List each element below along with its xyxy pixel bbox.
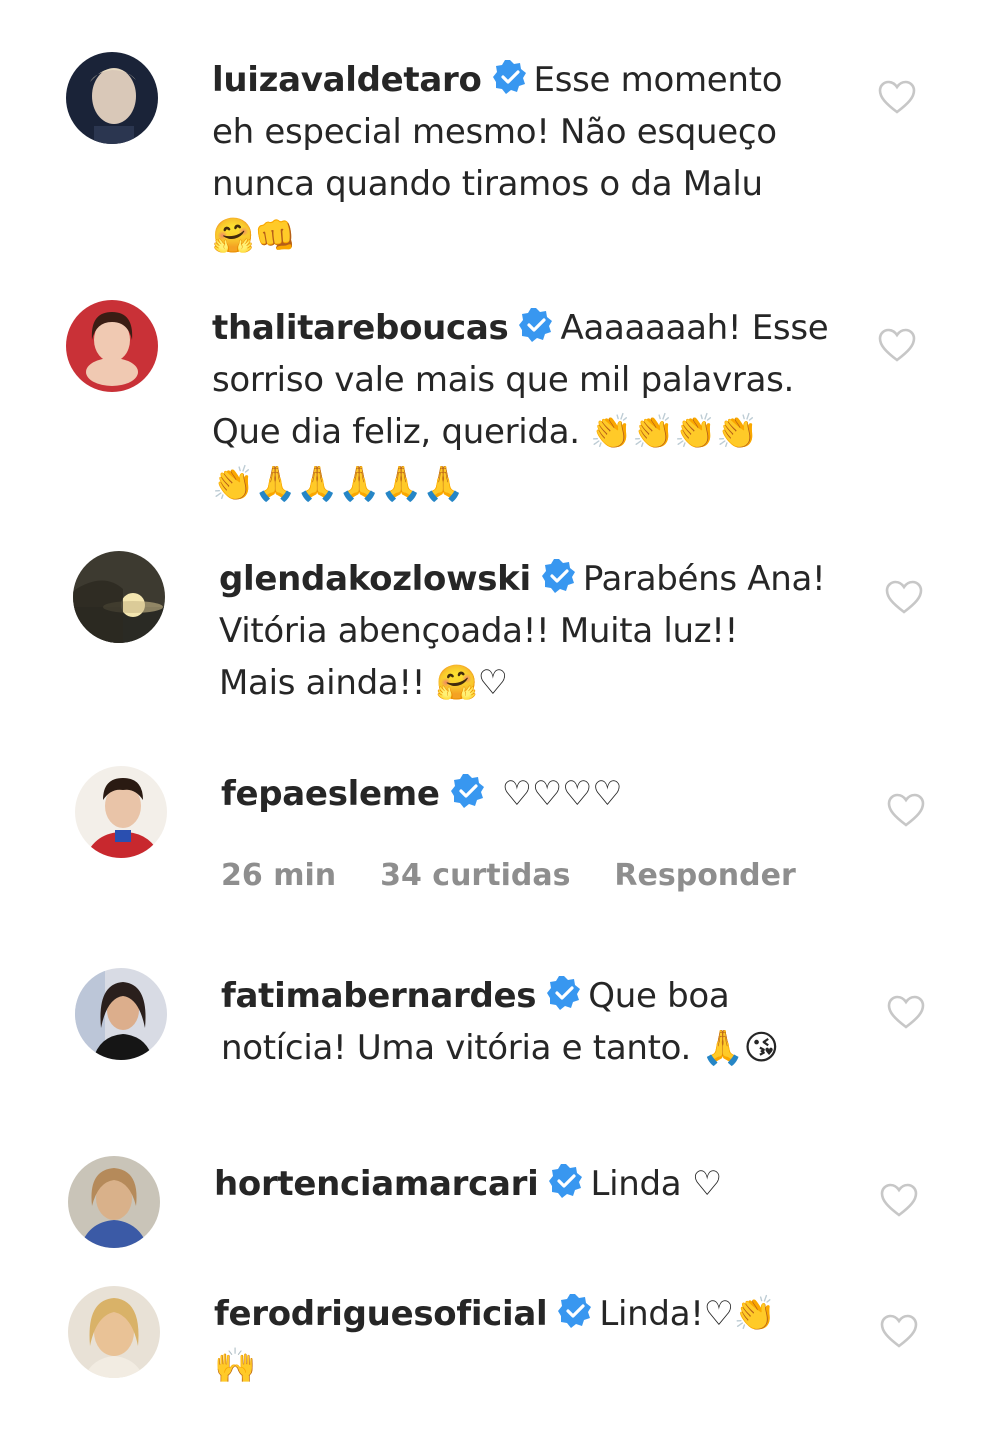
comment-username[interactable]: glendakozlowski	[219, 559, 531, 599]
comment-emoji-inline: 👏👏👏👏	[590, 412, 759, 452]
comment-username[interactable]: fatimabernardes	[221, 976, 537, 1016]
comment-likes-link[interactable]: 34 curtidas	[380, 858, 570, 893]
comment-emoji: 🤗👊	[212, 216, 297, 256]
comment-emoji: ♡♡♡♡	[501, 774, 623, 814]
reply-button[interactable]: Responder	[614, 858, 795, 893]
verified-badge-icon	[541, 558, 577, 594]
comment-emoji: 🙌	[214, 1346, 257, 1386]
like-heart-icon[interactable]	[879, 1312, 919, 1352]
verified-badge-icon	[548, 1163, 584, 1199]
like-heart-icon[interactable]	[886, 791, 926, 831]
comment-body: Que boa	[588, 976, 730, 1016]
avatar[interactable]	[66, 300, 158, 392]
comment-username[interactable]: luizavaldetaro	[212, 60, 482, 100]
avatar[interactable]	[66, 52, 158, 144]
avatar[interactable]	[75, 968, 167, 1060]
comment-username[interactable]: thalitareboucas	[212, 308, 509, 348]
comment-body: Linda!	[599, 1294, 704, 1334]
verified-badge-icon	[518, 307, 554, 343]
comment-body: Parabéns Ana!	[582, 559, 826, 599]
comment-username[interactable]: fepaesleme	[221, 774, 440, 814]
comment-body-line: eh especial mesmo! Não esqueço	[212, 112, 777, 152]
comment-body-line: nunca quando tiramos o da Malu	[212, 164, 763, 204]
comment-text: fepaesleme ♡♡♡♡	[221, 768, 861, 820]
like-heart-icon[interactable]	[879, 1181, 919, 1221]
comment-body-line: Vitória abençoada!! Muita luz!!	[219, 611, 738, 651]
comment-time: 26 min	[221, 858, 337, 893]
like-heart-icon[interactable]	[877, 326, 917, 366]
comment-body: Linda	[590, 1164, 682, 1204]
comment-body-line: Mais ainda!!	[219, 663, 426, 703]
comment-emoji-inline: ♡👏	[703, 1294, 777, 1334]
comment-text: ferodriguesoficial Linda!♡👏 🙌	[214, 1288, 854, 1392]
comment-emoji: 🤗♡	[435, 663, 509, 703]
comment-emoji: 👏🙏🙏🙏🙏🙏	[212, 464, 465, 504]
comment-body-line: notícia! Uma vitória e tanto.	[221, 1028, 692, 1068]
verified-badge-icon	[546, 975, 582, 1011]
verified-badge-icon	[557, 1293, 593, 1329]
comment-text: luizavaldetaro Esse momento eh especial m…	[212, 54, 832, 262]
like-heart-icon[interactable]	[877, 78, 917, 118]
comment-body-line: sorriso vale mais que mil palavras.	[212, 360, 795, 400]
comment-username[interactable]: hortenciamarcari	[214, 1164, 539, 1204]
comment-text: fatimabernardes Que boa notícia! Uma vitó…	[221, 970, 861, 1074]
comment-text: thalitareboucas Aaaaaaah! Esse sorriso va…	[212, 302, 852, 510]
comment-username[interactable]: ferodriguesoficial	[214, 1294, 548, 1334]
avatar[interactable]	[68, 1156, 160, 1248]
avatar[interactable]	[73, 551, 165, 643]
comment-text: glendakozlowski Parabéns Ana! Vitória abe…	[219, 553, 859, 709]
avatar[interactable]	[68, 1286, 160, 1378]
like-heart-icon[interactable]	[886, 993, 926, 1033]
verified-badge-icon	[450, 773, 486, 809]
comment-text: hortenciamarcari Linda ♡	[214, 1158, 854, 1210]
comment-body: Aaaaaaah! Esse	[560, 308, 829, 348]
comment-emoji: 🙏😘	[701, 1028, 779, 1068]
comment-body-line: Que dia feliz, querida.	[212, 412, 580, 452]
verified-badge-icon	[492, 59, 528, 95]
comment-body: Esse momento	[533, 60, 783, 100]
like-heart-icon[interactable]	[884, 578, 924, 618]
comment-emoji: ♡	[691, 1164, 723, 1204]
avatar[interactable]	[75, 766, 167, 858]
comment-meta: 26 min 34 curtidas Responder	[221, 858, 840, 893]
